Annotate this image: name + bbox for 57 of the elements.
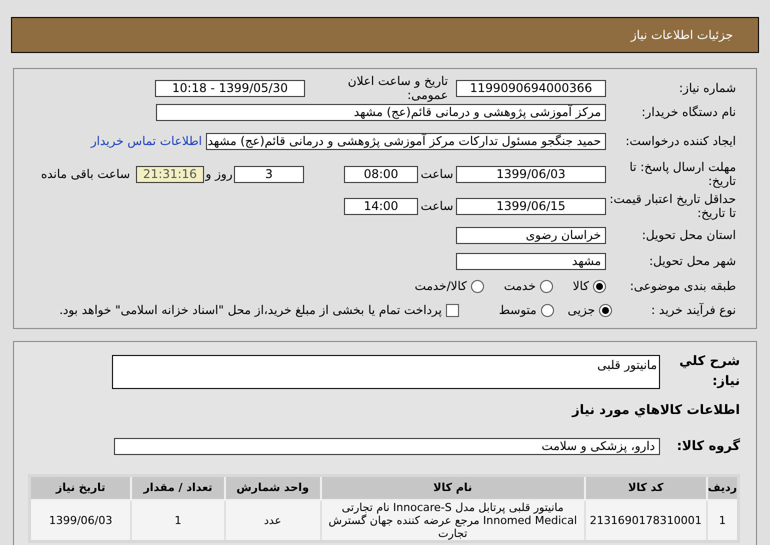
table-cell: 1399/06/03	[30, 500, 132, 541]
field-label: کالا/خدمت	[414, 279, 467, 293]
table-cell: 2131690178310001	[584, 500, 707, 541]
column-header: رديف	[706, 476, 738, 500]
checkbox[interactable]	[446, 304, 459, 316]
radio-button[interactable]	[599, 304, 612, 316]
field-label: شماره نیاز:	[678, 81, 736, 95]
column-header: کد کالا	[584, 476, 707, 500]
deadline-date-field: 1399/06/03	[456, 166, 606, 182]
field-label: پرداخت تمام یا بخشی از مبلغ خرید،از محل "اسناد خزانه اسلامی" خواهد بود.	[59, 303, 442, 317]
validity-time-field: 14:00	[344, 198, 418, 214]
column-header: تعداد / مقدار	[131, 476, 225, 500]
radio-button[interactable]	[540, 280, 553, 292]
field-label: طبقه بندی موضوعی:	[628, 279, 736, 293]
field-label: مهلت ارسال پاسخ: تا تاریخ:	[628, 160, 736, 188]
field-label: نوع فرآیند خرید :	[650, 303, 736, 317]
need-number-field: 1199090694000366	[456, 80, 606, 96]
table-cell: عدد	[224, 500, 321, 541]
validity-date-field: 1399/06/15	[456, 198, 606, 214]
table-cell: مانیتور قلبی پرتابل مدل Innocare-S نام تجارتی Innomed Medical مرجع عرضه کننده جهان گسترش تجارت	[320, 500, 585, 541]
field-label: خدمت	[504, 279, 536, 293]
goods-group-field: دارو، پزشکی و سلامت	[114, 438, 660, 455]
radio-button[interactable]	[593, 280, 606, 292]
header-title: جزئیات اطلاعات نیاز	[630, 27, 733, 44]
creator-field: حمید جنگجو مسئول تدارکات مرکز آموزشی پژوهشی و درمانی قائم(عج) مشهد	[206, 132, 606, 150]
field-label: شهر محل تحویل:	[648, 254, 736, 268]
description-label: شرح كلي نياز:	[678, 353, 740, 390]
field-label: ایجاد کننده درخواست:	[624, 134, 736, 148]
radio-button[interactable]	[470, 280, 484, 292]
field-label: روز و	[204, 167, 234, 181]
group-label: گروه کالا:	[676, 437, 740, 456]
column-header: نام کالا	[320, 476, 585, 500]
table-cell: 1	[706, 500, 738, 541]
column-header: تاریخ نیاز	[30, 476, 132, 500]
buyer-contact-link[interactable]: اطلاعات تماس خریدار	[90, 132, 202, 150]
field-label: استان محل تحویل:	[640, 228, 736, 242]
province-field: خراسان رضوی	[456, 226, 606, 244]
field-label: نام دستگاه خریدار:	[640, 105, 736, 119]
field-label: ساعت	[420, 199, 454, 213]
days-field: 3	[234, 166, 304, 182]
field-label: جزیی	[568, 303, 595, 317]
field-label: حداقل تاریخ اعتبار قیمت: تا تاریخ:	[608, 192, 736, 220]
radio-button[interactable]	[540, 304, 554, 316]
city-field: مشهد	[456, 252, 606, 270]
field-label: کالا	[572, 279, 589, 293]
table-cell: 1	[131, 500, 225, 541]
goods-heading: اطلاعات كالاهاي مورد نياز	[570, 402, 740, 420]
field-label: متوسط	[498, 303, 537, 317]
remaining-time-field: 21:31:16	[136, 166, 204, 182]
column-header: واحد شمارش	[224, 476, 321, 500]
field-label: تاریخ و ساعت اعلان عمومی:	[346, 74, 448, 102]
announce-date-field: 1399/05/30 - 10:18	[155, 80, 305, 96]
deadline-time-field: 08:00	[344, 166, 418, 182]
description-box: مانیتور قلبی	[112, 354, 660, 388]
field-label: ساعت باقی مانده	[40, 167, 130, 181]
field-label: ساعت	[420, 167, 454, 181]
buyer-field: مرکز آموزشی پژوهشی و درمانی قائم(عج) مشهد	[156, 104, 606, 120]
